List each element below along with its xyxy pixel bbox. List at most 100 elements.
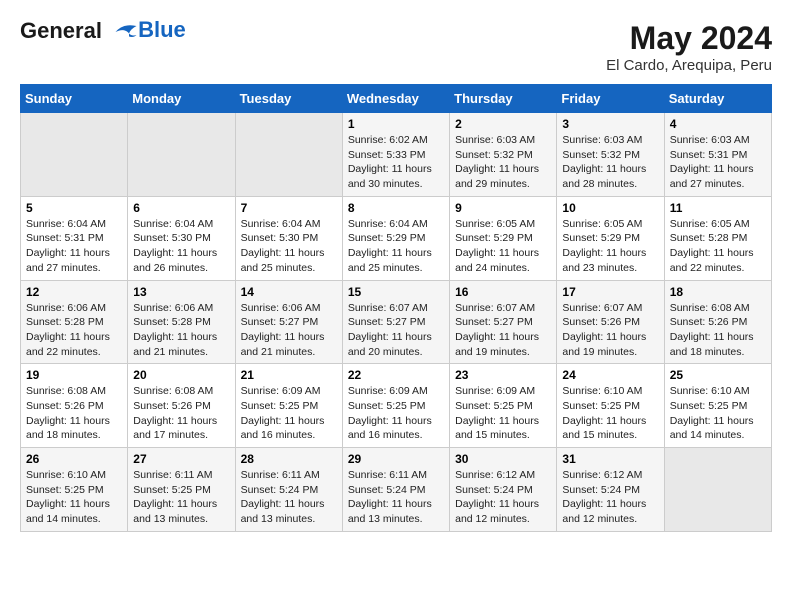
sunrise-text: Sunrise: 6:03 AM: [670, 134, 750, 146]
calendar-cell: 5 Sunrise: 6:04 AM Sunset: 5:31 PM Dayli…: [21, 196, 128, 280]
calendar-cell: 15 Sunrise: 6:07 AM Sunset: 5:27 PM Dayl…: [342, 280, 449, 364]
sunrise-text: Sunrise: 6:05 AM: [562, 218, 642, 230]
header-monday: Monday: [128, 85, 235, 113]
sunset-text: Sunset: 5:24 PM: [348, 484, 426, 496]
day-number: 2: [455, 117, 551, 131]
calendar-cell: 23 Sunrise: 6:09 AM Sunset: 5:25 PM Dayl…: [450, 364, 557, 448]
sunrise-text: Sunrise: 6:02 AM: [348, 134, 428, 146]
sunrise-text: Sunrise: 6:11 AM: [348, 469, 427, 481]
calendar-cell: 4 Sunrise: 6:03 AM Sunset: 5:31 PM Dayli…: [664, 113, 771, 197]
calendar-table: SundayMondayTuesdayWednesdayThursdayFrid…: [20, 84, 772, 532]
day-number: 7: [241, 201, 337, 215]
sunrise-text: Sunrise: 6:09 AM: [455, 385, 535, 397]
daylight-text: Daylight: 11 hours and 27 minutes.: [670, 163, 754, 190]
day-number: 8: [348, 201, 444, 215]
day-number: 31: [562, 452, 658, 466]
sunrise-text: Sunrise: 6:08 AM: [670, 302, 750, 314]
day-number: 1: [348, 117, 444, 131]
sunset-text: Sunset: 5:28 PM: [133, 316, 211, 328]
daylight-text: Daylight: 11 hours and 12 minutes.: [562, 498, 646, 525]
daylight-text: Daylight: 11 hours and 22 minutes.: [670, 247, 754, 274]
daylight-text: Daylight: 11 hours and 21 minutes.: [133, 331, 217, 358]
sunrise-text: Sunrise: 6:10 AM: [26, 469, 106, 481]
daylight-text: Daylight: 11 hours and 13 minutes.: [133, 498, 217, 525]
sunset-text: Sunset: 5:25 PM: [26, 484, 104, 496]
day-number: 20: [133, 368, 229, 382]
calendar-cell: [128, 113, 235, 197]
sunset-text: Sunset: 5:28 PM: [670, 232, 748, 244]
calendar-week-row: 1 Sunrise: 6:02 AM Sunset: 5:33 PM Dayli…: [21, 113, 772, 197]
calendar-cell: 27 Sunrise: 6:11 AM Sunset: 5:25 PM Dayl…: [128, 448, 235, 532]
sunset-text: Sunset: 5:25 PM: [348, 400, 426, 412]
calendar-header-row: SundayMondayTuesdayWednesdayThursdayFrid…: [21, 85, 772, 113]
day-number: 22: [348, 368, 444, 382]
sunrise-text: Sunrise: 6:05 AM: [670, 218, 750, 230]
day-number: 24: [562, 368, 658, 382]
day-number: 23: [455, 368, 551, 382]
sunset-text: Sunset: 5:30 PM: [133, 232, 211, 244]
day-number: 13: [133, 285, 229, 299]
sunrise-text: Sunrise: 6:08 AM: [26, 385, 106, 397]
sunrise-text: Sunrise: 6:07 AM: [348, 302, 428, 314]
calendar-cell: 1 Sunrise: 6:02 AM Sunset: 5:33 PM Dayli…: [342, 113, 449, 197]
calendar-cell: 11 Sunrise: 6:05 AM Sunset: 5:28 PM Dayl…: [664, 196, 771, 280]
calendar-cell: 28 Sunrise: 6:11 AM Sunset: 5:24 PM Dayl…: [235, 448, 342, 532]
sunset-text: Sunset: 5:28 PM: [26, 316, 104, 328]
day-number: 17: [562, 285, 658, 299]
daylight-text: Daylight: 11 hours and 18 minutes.: [670, 331, 754, 358]
sunrise-text: Sunrise: 6:03 AM: [455, 134, 535, 146]
day-number: 28: [241, 452, 337, 466]
calendar-cell: 22 Sunrise: 6:09 AM Sunset: 5:25 PM Dayl…: [342, 364, 449, 448]
sunrise-text: Sunrise: 6:08 AM: [133, 385, 213, 397]
sunrise-text: Sunrise: 6:09 AM: [241, 385, 321, 397]
calendar-cell: 3 Sunrise: 6:03 AM Sunset: 5:32 PM Dayli…: [557, 113, 664, 197]
sunset-text: Sunset: 5:29 PM: [348, 232, 426, 244]
day-number: 10: [562, 201, 658, 215]
daylight-text: Daylight: 11 hours and 25 minutes.: [348, 247, 432, 274]
day-number: 14: [241, 285, 337, 299]
calendar-cell: 25 Sunrise: 6:10 AM Sunset: 5:25 PM Dayl…: [664, 364, 771, 448]
calendar-cell: 9 Sunrise: 6:05 AM Sunset: 5:29 PM Dayli…: [450, 196, 557, 280]
sunrise-text: Sunrise: 6:10 AM: [670, 385, 750, 397]
calendar-cell: 13 Sunrise: 6:06 AM Sunset: 5:28 PM Dayl…: [128, 280, 235, 364]
day-number: 30: [455, 452, 551, 466]
day-number: 6: [133, 201, 229, 215]
logo-bird-icon: [108, 21, 138, 43]
calendar-cell: 8 Sunrise: 6:04 AM Sunset: 5:29 PM Dayli…: [342, 196, 449, 280]
calendar-cell: 6 Sunrise: 6:04 AM Sunset: 5:30 PM Dayli…: [128, 196, 235, 280]
sunset-text: Sunset: 5:24 PM: [241, 484, 319, 496]
sunrise-text: Sunrise: 6:10 AM: [562, 385, 642, 397]
sunrise-text: Sunrise: 6:09 AM: [348, 385, 428, 397]
day-number: 27: [133, 452, 229, 466]
sunset-text: Sunset: 5:25 PM: [133, 484, 211, 496]
calendar-cell: 17 Sunrise: 6:07 AM Sunset: 5:26 PM Dayl…: [557, 280, 664, 364]
sunset-text: Sunset: 5:24 PM: [562, 484, 640, 496]
daylight-text: Daylight: 11 hours and 16 minutes.: [241, 415, 325, 442]
sunset-text: Sunset: 5:32 PM: [562, 149, 640, 161]
daylight-text: Daylight: 11 hours and 12 minutes.: [455, 498, 539, 525]
calendar-cell: 19 Sunrise: 6:08 AM Sunset: 5:26 PM Dayl…: [21, 364, 128, 448]
daylight-text: Daylight: 11 hours and 24 minutes.: [455, 247, 539, 274]
daylight-text: Daylight: 11 hours and 15 minutes.: [562, 415, 646, 442]
daylight-text: Daylight: 11 hours and 17 minutes.: [133, 415, 217, 442]
sunrise-text: Sunrise: 6:11 AM: [241, 469, 320, 481]
sunrise-text: Sunrise: 6:07 AM: [562, 302, 642, 314]
header-sunday: Sunday: [21, 85, 128, 113]
calendar-cell: 12 Sunrise: 6:06 AM Sunset: 5:28 PM Dayl…: [21, 280, 128, 364]
sunset-text: Sunset: 5:27 PM: [455, 316, 533, 328]
daylight-text: Daylight: 11 hours and 21 minutes.: [241, 331, 325, 358]
daylight-text: Daylight: 11 hours and 15 minutes.: [455, 415, 539, 442]
calendar-cell: 18 Sunrise: 6:08 AM Sunset: 5:26 PM Dayl…: [664, 280, 771, 364]
daylight-text: Daylight: 11 hours and 20 minutes.: [348, 331, 432, 358]
day-number: 18: [670, 285, 766, 299]
calendar-cell: [664, 448, 771, 532]
sunset-text: Sunset: 5:31 PM: [670, 149, 748, 161]
daylight-text: Daylight: 11 hours and 28 minutes.: [562, 163, 646, 190]
sunset-text: Sunset: 5:29 PM: [455, 232, 533, 244]
sunrise-text: Sunrise: 6:12 AM: [562, 469, 642, 481]
day-number: 19: [26, 368, 122, 382]
daylight-text: Daylight: 11 hours and 27 minutes.: [26, 247, 110, 274]
calendar-week-row: 12 Sunrise: 6:06 AM Sunset: 5:28 PM Dayl…: [21, 280, 772, 364]
sunset-text: Sunset: 5:27 PM: [348, 316, 426, 328]
calendar-cell: 30 Sunrise: 6:12 AM Sunset: 5:24 PM Dayl…: [450, 448, 557, 532]
